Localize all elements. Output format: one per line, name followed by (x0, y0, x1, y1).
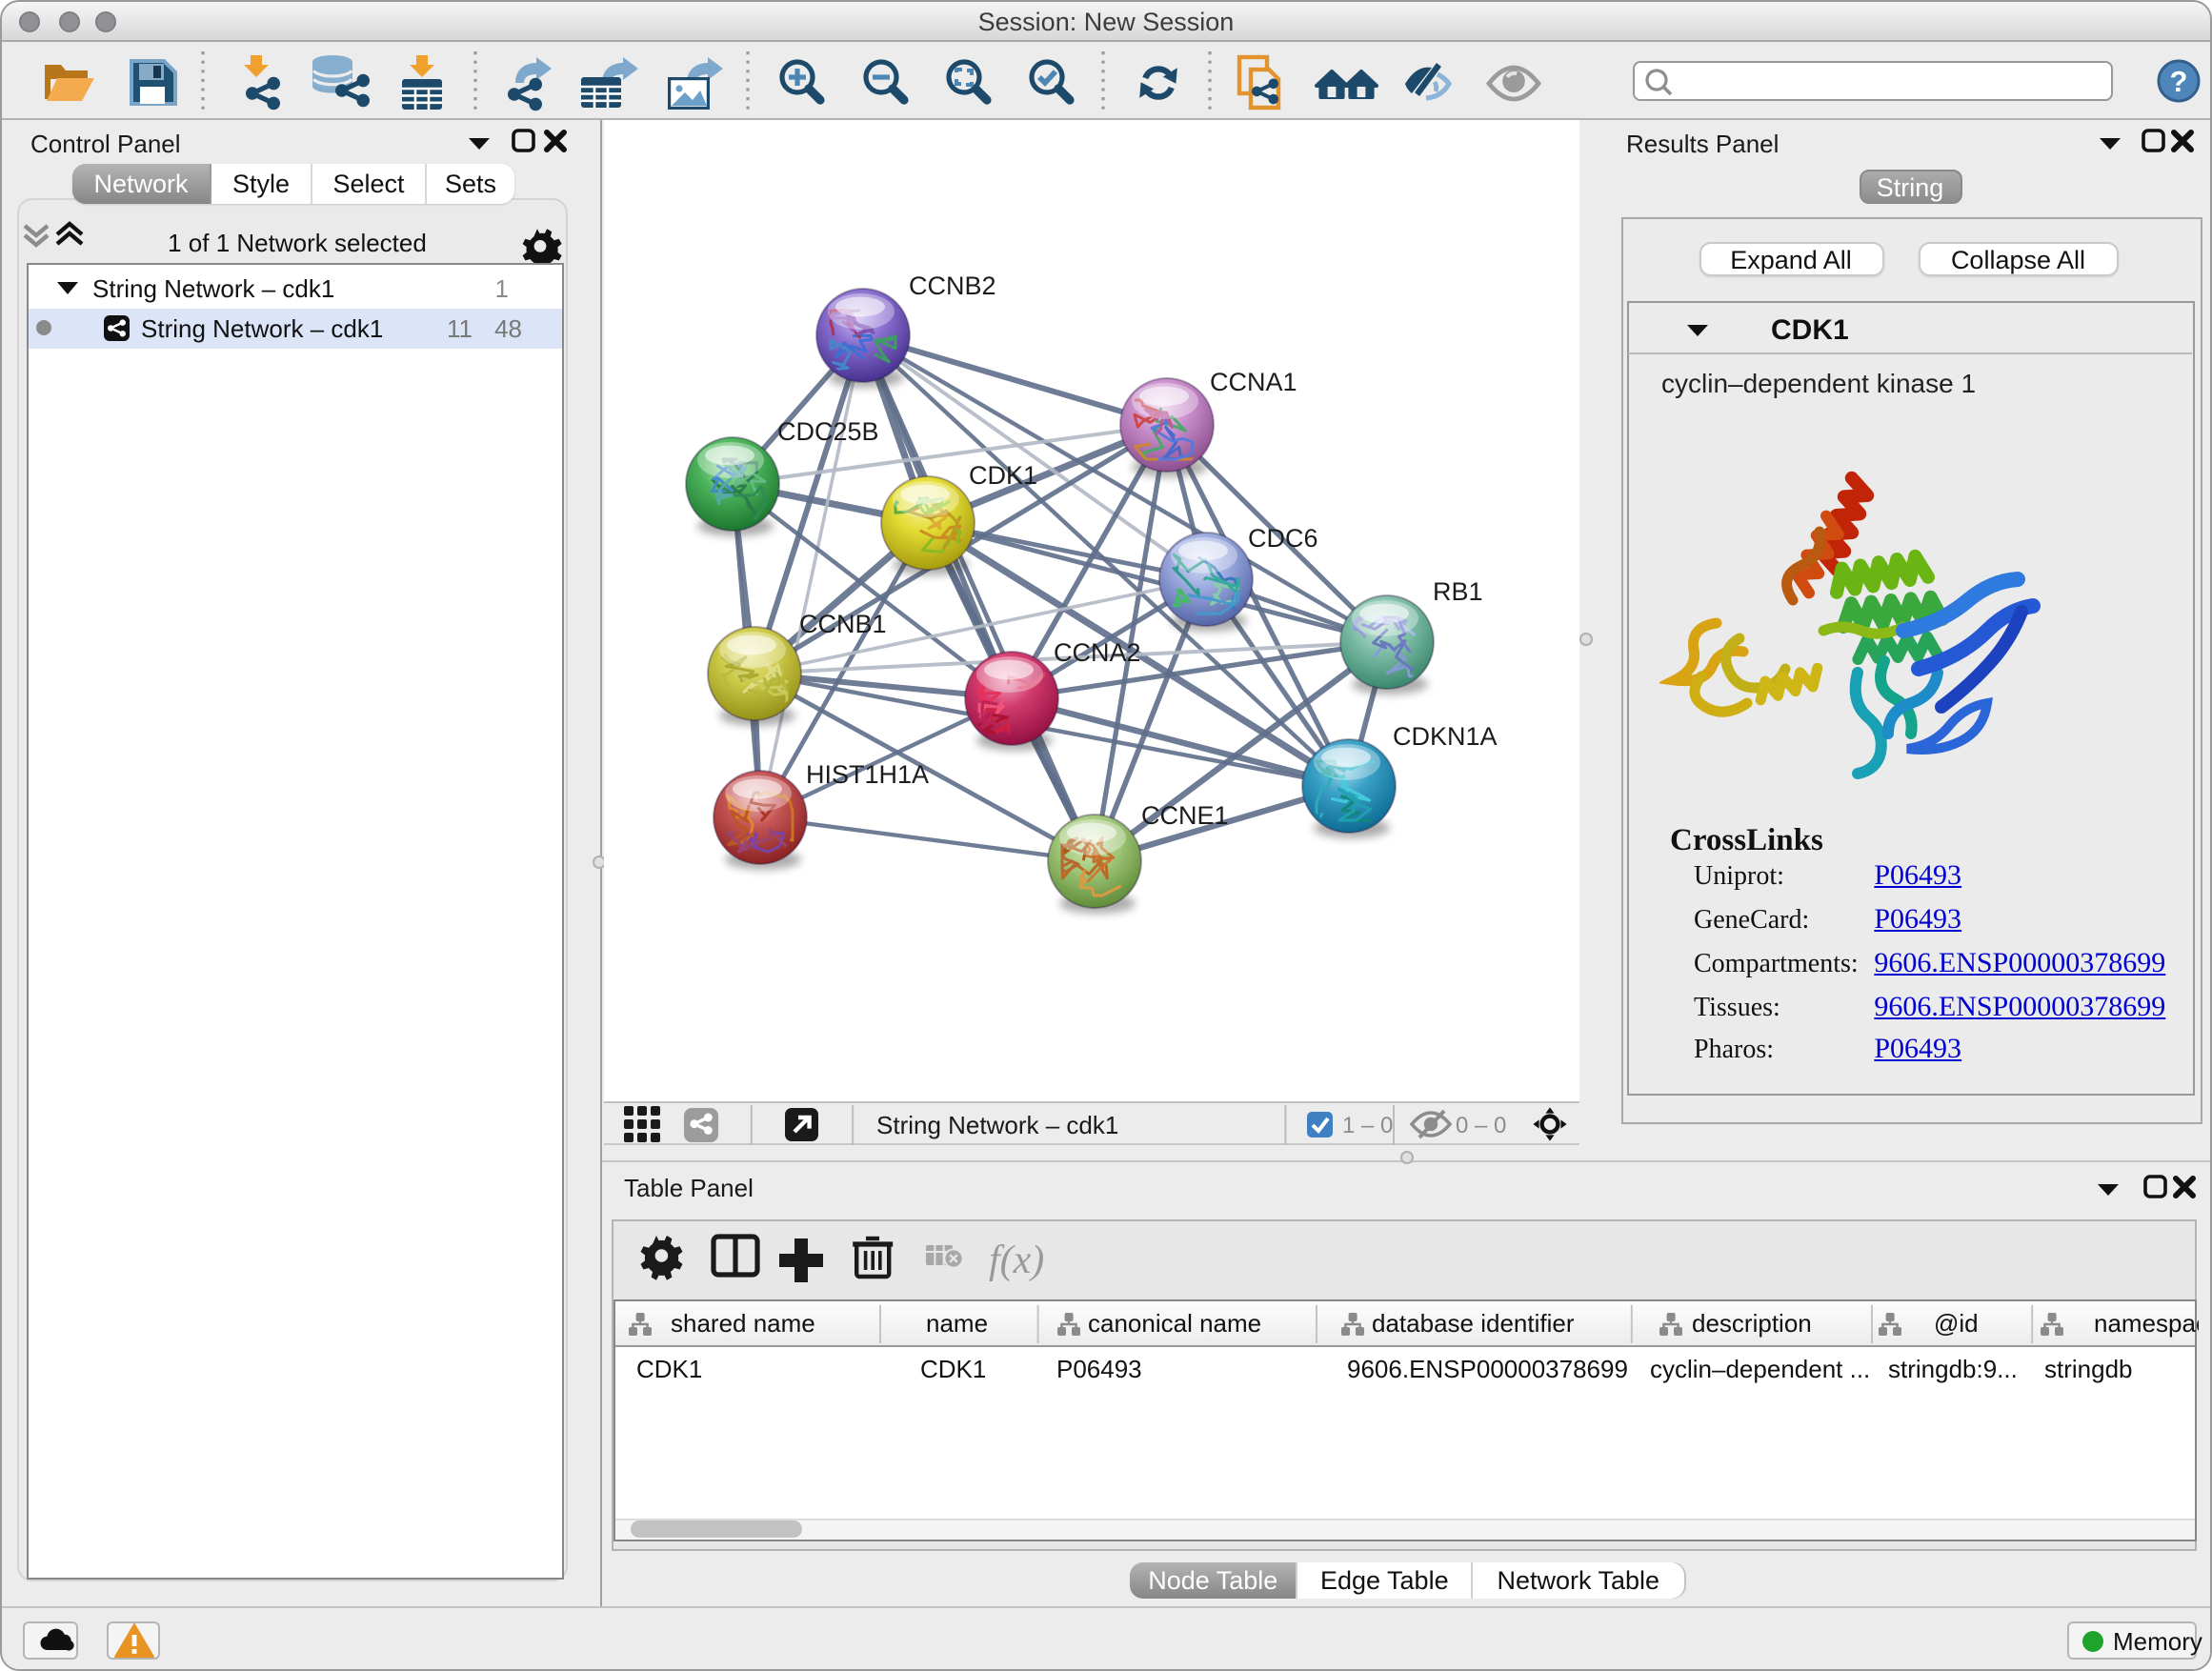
svg-text:description: description (1692, 1309, 1812, 1338)
svg-text:CDKN1A: CDKN1A (1393, 722, 1498, 751)
svg-text:1 – 0: 1 – 0 (1342, 1113, 1393, 1138)
svg-text:HIST1H1A: HIST1H1A (806, 760, 929, 789)
svg-text:?: ? (2170, 65, 2188, 98)
svg-text:CDC25B: CDC25B (777, 417, 879, 446)
svg-text:database identifier: database identifier (1372, 1309, 1575, 1338)
svg-text:CCNB1: CCNB1 (799, 610, 887, 638)
svg-text:name: name (926, 1309, 988, 1338)
svg-text:RB1: RB1 (1433, 577, 1483, 606)
svg-text:CCNA2: CCNA2 (1054, 638, 1141, 667)
svg-text:f(x): f(x) (989, 1238, 1044, 1282)
svg-text:CDK1: CDK1 (969, 461, 1037, 490)
svg-text:namespac: namespac (2094, 1309, 2199, 1338)
svg-text:CCNB2: CCNB2 (909, 272, 996, 300)
svg-text:String Network – cdk1: String Network – cdk1 (876, 1111, 1118, 1139)
svg-text:CDC6: CDC6 (1248, 524, 1318, 553)
svg-text:CCNE1: CCNE1 (1141, 801, 1229, 830)
svg-text:0 – 0: 0 – 0 (1456, 1113, 1506, 1138)
svg-text:CCNA1: CCNA1 (1210, 368, 1297, 396)
svg-text:@id: @id (1934, 1309, 1979, 1338)
svg-text:shared name: shared name (671, 1309, 815, 1338)
svg-text:canonical name: canonical name (1088, 1309, 1261, 1338)
